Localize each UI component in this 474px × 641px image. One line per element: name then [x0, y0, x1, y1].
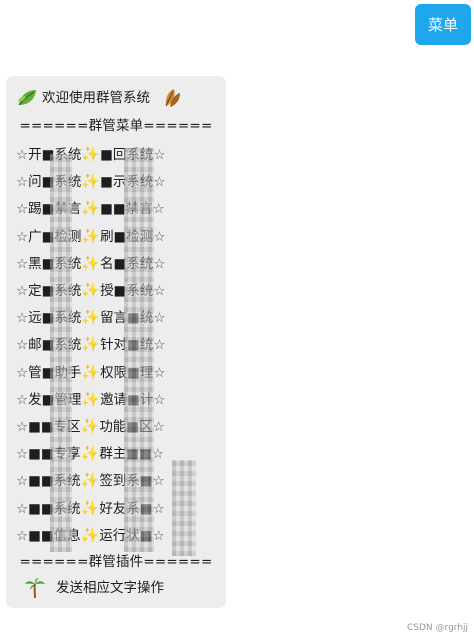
sparkle-icon: ✨ — [81, 362, 101, 381]
palm-tree-icon — [25, 578, 45, 599]
sparkle-icon: ✨ — [80, 525, 100, 544]
star-icon: ☆ — [16, 201, 29, 218]
sparkle-icon: ✨ — [80, 498, 100, 517]
chat-bubble: 欢迎使用群管系统 ======群管菜单====== ☆开■系统✨■回系统☆☆问■… — [6, 76, 226, 608]
star-icon: ☆ — [16, 364, 29, 381]
sparkle-icon: ✨ — [80, 444, 100, 463]
star-icon: ☆ — [152, 201, 165, 218]
star-icon: ☆ — [153, 391, 166, 408]
star-icon: ☆ — [152, 527, 165, 544]
star-icon: ☆ — [153, 228, 166, 245]
menu-button[interactable]: 菜单 — [415, 4, 471, 45]
pixelation-mask-left — [50, 154, 72, 552]
welcome-text: 欢迎使用群管系统 — [42, 90, 150, 106]
star-icon: ☆ — [16, 337, 29, 354]
leaf-icon — [18, 90, 36, 106]
star-icon: ☆ — [153, 255, 166, 272]
sparkle-icon: ✨ — [81, 226, 101, 245]
star-icon: ☆ — [16, 391, 29, 408]
welcome-line: 欢迎使用群管系统 — [16, 86, 186, 110]
star-icon: ☆ — [16, 527, 29, 544]
pixelation-mask-edge — [172, 460, 196, 556]
star-icon: ☆ — [16, 255, 29, 272]
sparkle-icon: ✨ — [81, 308, 101, 327]
star-icon: ☆ — [16, 174, 29, 191]
star-icon: ☆ — [16, 283, 29, 299]
autumn-leaf-icon — [165, 89, 181, 107]
sparkle-icon: ✨ — [81, 335, 101, 354]
star-icon: ☆ — [16, 310, 29, 327]
sparkle-icon: ✨ — [80, 417, 100, 435]
menu-title: ======群管菜单====== — [19, 118, 213, 134]
sparkle-icon: ✨ — [80, 471, 100, 490]
star-icon: ☆ — [16, 473, 29, 490]
star-icon: ☆ — [16, 500, 29, 517]
pixelation-mask-right — [124, 148, 154, 552]
sparkle-icon: ✨ — [81, 145, 101, 163]
watermark: CSDN @rgrhjj — [407, 623, 469, 633]
footer-line: 发送相应文字操作 — [24, 576, 164, 600]
sparkle-icon: ✨ — [81, 253, 101, 272]
sparkle-icon: ✨ — [81, 172, 101, 191]
footer-text: 发送相应文字操作 — [56, 580, 164, 596]
star-icon: ☆ — [152, 419, 165, 435]
star-icon: ☆ — [153, 283, 166, 299]
star-icon: ☆ — [16, 419, 29, 435]
star-icon: ☆ — [16, 147, 29, 163]
star-icon: ☆ — [153, 337, 166, 354]
star-icon: ☆ — [16, 446, 29, 463]
sparkle-icon: ✨ — [81, 281, 101, 299]
star-icon: ☆ — [16, 228, 29, 245]
sparkle-icon: ✨ — [81, 199, 101, 218]
star-icon: ☆ — [152, 500, 165, 517]
star-icon: ☆ — [153, 310, 166, 327]
star-icon: ☆ — [152, 473, 165, 490]
star-icon: ☆ — [153, 364, 166, 381]
star-icon: ☆ — [153, 174, 166, 191]
sparkle-icon: ✨ — [81, 389, 101, 408]
star-icon: ☆ — [153, 147, 166, 163]
